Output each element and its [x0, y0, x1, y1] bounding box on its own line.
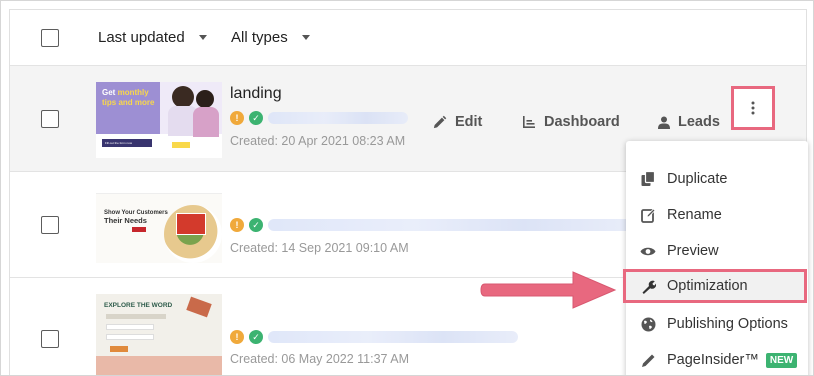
warning-icon: !	[230, 111, 244, 125]
check-icon: ✓	[249, 330, 263, 344]
chevron-down-icon	[198, 35, 207, 40]
dashboard-button[interactable]: Dashboard	[522, 114, 620, 130]
vertical-dots-icon	[751, 101, 755, 115]
row-actions-menu: Duplicate Rename Preview Optimization Pu…	[623, 141, 808, 375]
eye-icon	[640, 243, 656, 259]
thumb-button	[172, 142, 190, 148]
blurred-url	[268, 112, 408, 124]
sort-dropdown-label: Last updated	[98, 29, 185, 46]
warning-icon: !	[230, 218, 244, 232]
status-indicators: ! ✓	[230, 218, 633, 232]
edit-button[interactable]: Edit	[432, 114, 482, 130]
wrench-icon	[640, 278, 656, 294]
screenshot-frame: Last updated All types Get monthly tips …	[0, 0, 814, 376]
menu-item-optimization[interactable]: Optimization	[623, 269, 807, 303]
edit-label: Edit	[455, 114, 483, 130]
list-header: Last updated All types	[10, 10, 806, 66]
thumb-text-line	[106, 314, 166, 319]
type-filter-dropdown[interactable]: All types	[231, 29, 310, 46]
check-icon: ✓	[249, 218, 263, 232]
thumb-form-overlay	[176, 213, 206, 235]
thumb-subheadline: Their Needs	[104, 216, 147, 225]
leads-button[interactable]: Leads	[658, 114, 720, 130]
thumb-input	[106, 334, 154, 340]
annotation-arrow-icon	[480, 271, 617, 309]
pencil-icon	[433, 115, 447, 128]
blurred-url	[268, 219, 633, 231]
person-head-shape	[196, 90, 214, 108]
duplicate-icon	[640, 171, 656, 187]
check-icon: ✓	[249, 111, 263, 125]
sort-dropdown[interactable]: Last updated	[98, 29, 207, 46]
menu-item-label: Duplicate	[667, 171, 728, 187]
row-checkbox[interactable]	[41, 110, 59, 128]
more-options-button[interactable]	[731, 86, 775, 130]
menu-item-pageinsider[interactable]: PageInsider™ NEW	[626, 343, 808, 375]
page-thumbnail[interactable]: Get monthly tips and more Fill out the f…	[96, 82, 222, 158]
new-badge: NEW	[765, 352, 798, 368]
rename-icon	[640, 207, 656, 223]
thumb-subheadline: tips and more	[102, 98, 155, 107]
created-date: Created: 14 Sep 2021 09:10 AM	[230, 241, 409, 255]
thumb-button	[132, 227, 146, 232]
status-indicators: ! ✓	[230, 111, 408, 125]
select-all-checkbox[interactable]	[41, 29, 59, 47]
chevron-down-icon	[301, 35, 310, 40]
status-indicators: ! ✓	[230, 330, 518, 344]
bar-chart-icon	[523, 116, 535, 128]
thumb-button	[110, 346, 128, 352]
menu-item-label: Preview	[667, 243, 719, 259]
type-filter-label: All types	[231, 29, 288, 46]
created-date: Created: 06 May 2022 11:37 AM	[230, 352, 410, 366]
thumb-headline-accent: monthly	[117, 88, 149, 97]
dashboard-label: Dashboard	[544, 114, 620, 130]
person-head-shape	[172, 86, 194, 108]
thumb-input	[106, 324, 154, 330]
menu-item-publishing-options[interactable]: Publishing Options	[626, 307, 808, 341]
warning-icon: !	[230, 330, 244, 344]
person-body-shape	[193, 107, 219, 137]
thumb-footer	[96, 356, 222, 375]
menu-item-label: Publishing Options	[667, 316, 788, 332]
page-thumbnail[interactable]: EXPLORE THE WORD	[96, 294, 222, 375]
created-date: Created: 20 Apr 2021 08:23 AM	[230, 134, 406, 148]
row-checkbox[interactable]	[41, 216, 59, 234]
row-checkbox[interactable]	[41, 330, 59, 348]
blurred-url	[268, 331, 518, 343]
decorative-shape	[186, 296, 212, 318]
menu-item-label: Rename	[667, 207, 722, 223]
menu-item-rename[interactable]: Rename	[626, 198, 808, 232]
person-icon	[658, 116, 670, 129]
menu-item-label: PageInsider™	[667, 352, 759, 368]
page-title[interactable]: landing	[230, 85, 282, 103]
thumb-headline: Get	[102, 88, 116, 97]
leads-label: Leads	[678, 114, 720, 130]
page-thumbnail[interactable]: Show Your Customers Their Needs	[96, 187, 222, 263]
thumb-headline: EXPLORE THE WORD	[104, 302, 173, 309]
pen-icon	[640, 352, 656, 368]
menu-item-label: Optimization	[667, 278, 748, 294]
thumb-cta-bar: Fill out the form now	[102, 139, 152, 147]
menu-item-preview[interactable]: Preview	[626, 234, 808, 268]
menu-item-duplicate[interactable]: Duplicate	[626, 162, 808, 196]
globe-icon	[640, 316, 656, 332]
